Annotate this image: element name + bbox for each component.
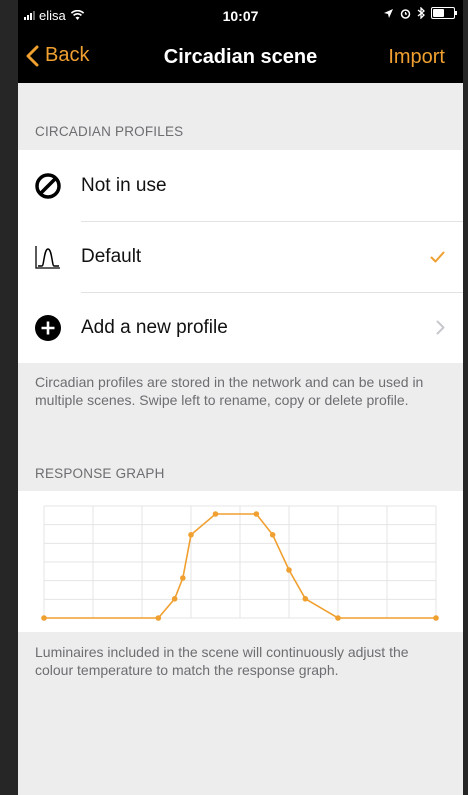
bluetooth-icon: [417, 7, 425, 19]
no-entry-icon: [35, 173, 61, 199]
data-point: [302, 596, 309, 602]
profile-label: Not in use: [81, 174, 167, 196]
data-point: [180, 575, 186, 581]
profile-label: Add a new profile: [81, 316, 228, 338]
profile-label: Default: [81, 245, 142, 267]
add-profile-item[interactable]: Add a new profile: [18, 292, 463, 363]
phone-screen: elisa 10:07 Back Circadian scene Import …: [18, 0, 463, 795]
checkmark-icon: [430, 251, 445, 262]
data-point: [286, 567, 292, 573]
data-point: [155, 615, 162, 621]
status-bar: elisa 10:07: [18, 0, 463, 30]
import-button[interactable]: Import: [388, 46, 445, 69]
profile-item-not-in-use[interactable]: Not in use: [18, 150, 463, 221]
location-icon: [384, 8, 393, 18]
response-graph-header: RESPONSE GRAPH: [35, 466, 165, 481]
curve-profile-icon: [35, 246, 60, 269]
response-graph-footer: Luminaires included in the scene will co…: [35, 644, 409, 678]
data-point: [171, 596, 178, 602]
data-point: [269, 532, 276, 538]
battery-icon: [431, 7, 457, 19]
data-point: [212, 511, 219, 517]
response-graph: [41, 505, 439, 621]
profiles-footer: Circadian profiles are stored in the net…: [35, 374, 424, 408]
response-graph-panel: [18, 491, 463, 632]
chevron-right-icon: [436, 320, 445, 335]
profiles-list: Not in use Default Add a new profile: [18, 150, 463, 363]
data-point: [41, 615, 47, 621]
data-point: [335, 615, 341, 621]
data-point: [253, 511, 260, 517]
profiles-section-header: CIRCADIAN PROFILES: [35, 124, 184, 139]
alarm-icon: [400, 8, 411, 19]
data-point: [433, 615, 439, 621]
status-icons: [383, 7, 457, 19]
data-point: [188, 532, 194, 538]
battery-fill: [433, 9, 444, 17]
profile-item-default[interactable]: Default: [18, 221, 463, 292]
plus-circle-icon: [35, 315, 61, 341]
navigation-bar: Back Circadian scene Import: [18, 30, 463, 83]
